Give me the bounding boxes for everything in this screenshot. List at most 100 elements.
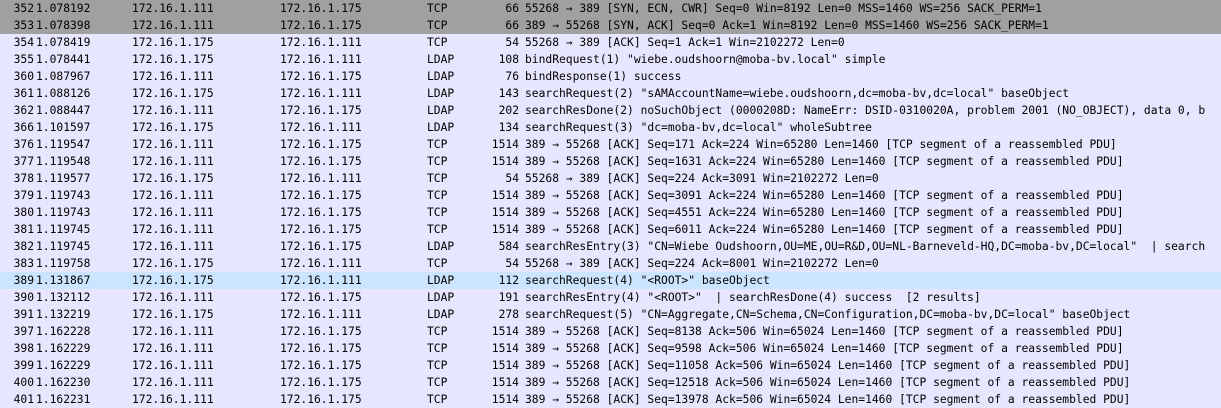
packet-row[interactable]: 390 1.132112 172.16.1.111 172.16.1.175 LDAP 1… <box>0 289 1221 306</box>
packet-row[interactable]: 362 1.088447 172.16.1.111 172.16.1.175 LDAP 2… <box>0 102 1221 119</box>
packet-length: 108 <box>498 53 519 66</box>
packet-row[interactable]: 378 1.119577 172.16.1.175 172.16.1.111 TCP 54… <box>0 170 1221 187</box>
packet-protocol: LDAP <box>427 274 455 287</box>
packet-source: 172.16.1.175 <box>132 172 214 185</box>
packet-list[interactable]: 352 1.078192 172.16.1.111 172.16.1.175 TCP 66… <box>0 0 1221 408</box>
packet-protocol: TCP <box>427 325 448 338</box>
packet-info: searchRequest(5) "CN=Aggregate,CN=Schema… <box>525 308 1131 321</box>
packet-row[interactable]: 360 1.087967 172.16.1.111 172.16.1.175 LDAP 7… <box>0 68 1221 85</box>
packet-info: 55268 → 389 [ACK] Seq=224 Ack=8001 Win=2… <box>525 257 879 270</box>
packet-time: 1.119758 <box>36 257 91 270</box>
packet-protocol: TCP <box>427 155 448 168</box>
packet-length: 1514 <box>491 206 519 219</box>
packet-protocol: TCP <box>427 19 448 32</box>
packet-info: 389 → 55268 [ACK] Seq=9598 Ack=506 Win=6… <box>525 342 1124 355</box>
packet-time: 1.119548 <box>36 155 91 168</box>
packet-number: 354 <box>13 36 34 49</box>
packet-number: 360 <box>13 70 34 83</box>
packet-info: bindResponse(1) success <box>525 70 682 83</box>
packet-number: 389 <box>13 274 34 287</box>
packet-row[interactable]: 382 1.119745 172.16.1.111 172.16.1.175 LDAP 5… <box>0 238 1221 255</box>
packet-protocol: TCP <box>427 393 448 406</box>
packet-time: 1.088126 <box>36 87 91 100</box>
packet-time: 1.162230 <box>36 376 91 389</box>
packet-info: 389 → 55268 [ACK] Seq=12518 Ack=506 Win=… <box>525 376 1131 389</box>
packet-row[interactable]: 397 1.162228 172.16.1.111 172.16.1.175 TCP 15… <box>0 323 1221 340</box>
packet-info: 55268 → 389 [SYN, ECN, CWR] Seq=0 Win=81… <box>525 2 1042 15</box>
packet-row[interactable]: 398 1.162229 172.16.1.111 172.16.1.175 TCP 15… <box>0 340 1221 357</box>
packet-row[interactable]: 391 1.132219 172.16.1.175 172.16.1.111 LDAP 2… <box>0 306 1221 323</box>
packet-protocol: LDAP <box>427 308 455 321</box>
packet-protocol: LDAP <box>427 87 455 100</box>
packet-row[interactable]: 379 1.119743 172.16.1.111 172.16.1.175 TCP 15… <box>0 187 1221 204</box>
packet-source: 172.16.1.111 <box>132 206 214 219</box>
packet-protocol: TCP <box>427 206 448 219</box>
packet-source: 172.16.1.111 <box>132 2 214 15</box>
packet-destination: 172.16.1.175 <box>280 19 362 32</box>
packet-info: searchResDone(2) noSuchObject (0000208D:… <box>525 104 1206 117</box>
packet-destination: 172.16.1.111 <box>280 308 362 321</box>
packet-length: 1514 <box>491 342 519 355</box>
packet-info: 389 → 55268 [ACK] Seq=13978 Ack=506 Win=… <box>525 393 1131 406</box>
packet-protocol: TCP <box>427 376 448 389</box>
packet-row[interactable]: 361 1.088126 172.16.1.175 172.16.1.111 LDAP 1… <box>0 85 1221 102</box>
packet-time: 1.101597 <box>36 121 91 134</box>
packet-row[interactable]: 366 1.101597 172.16.1.175 172.16.1.111 LDAP 1… <box>0 119 1221 136</box>
packet-time: 1.119745 <box>36 240 91 253</box>
packet-source: 172.16.1.175 <box>132 121 214 134</box>
packet-time: 1.162229 <box>36 342 91 355</box>
packet-row[interactable]: 383 1.119758 172.16.1.175 172.16.1.111 TCP 54… <box>0 255 1221 272</box>
packet-destination: 172.16.1.175 <box>280 393 362 406</box>
packet-info: 389 → 55268 [ACK] Seq=11058 Ack=506 Win=… <box>525 359 1131 372</box>
packet-time: 1.131867 <box>36 274 91 287</box>
packet-row[interactable]: 399 1.162229 172.16.1.111 172.16.1.175 TCP 15… <box>0 357 1221 374</box>
packet-number: 401 <box>13 393 34 406</box>
packet-destination: 172.16.1.175 <box>280 70 362 83</box>
packet-time: 1.162229 <box>36 359 91 372</box>
packet-destination: 172.16.1.175 <box>280 155 362 168</box>
packet-length: 1514 <box>491 138 519 151</box>
packet-row[interactable]: 353 1.078398 172.16.1.111 172.16.1.175 TCP 66… <box>0 17 1221 34</box>
packet-row[interactable]: 381 1.119745 172.16.1.111 172.16.1.175 TCP 15… <box>0 221 1221 238</box>
packet-row[interactable]: 376 1.119547 172.16.1.111 172.16.1.175 TCP 15… <box>0 136 1221 153</box>
packet-length: 1514 <box>491 393 519 406</box>
packet-info: 389 → 55268 [ACK] Seq=4551 Ack=224 Win=6… <box>525 206 1124 219</box>
packet-destination: 172.16.1.111 <box>280 121 362 134</box>
packet-number: 381 <box>13 223 34 236</box>
packet-length: 66 <box>505 2 519 15</box>
packet-number: 399 <box>13 359 34 372</box>
packet-protocol: TCP <box>427 36 448 49</box>
packet-row[interactable]: 389 1.131867 172.16.1.175 172.16.1.111 LDAP 1… <box>0 272 1221 289</box>
packet-length: 112 <box>498 274 519 287</box>
packet-source: 172.16.1.111 <box>132 325 214 338</box>
packet-length: 1514 <box>491 189 519 202</box>
packet-info: 389 → 55268 [ACK] Seq=6011 Ack=224 Win=6… <box>525 223 1124 236</box>
packet-info: searchRequest(2) "sAMAccountName=wiebe.o… <box>525 87 1070 100</box>
packet-time: 1.132219 <box>36 308 91 321</box>
packet-row[interactable]: 380 1.119743 172.16.1.111 172.16.1.175 TCP 15… <box>0 204 1221 221</box>
packet-row[interactable]: 352 1.078192 172.16.1.111 172.16.1.175 TCP 66… <box>0 0 1221 17</box>
packet-protocol: LDAP <box>427 240 455 253</box>
packet-number: 380 <box>13 206 34 219</box>
packet-row[interactable]: 401 1.162231 172.16.1.111 172.16.1.175 TCP 15… <box>0 391 1221 408</box>
packet-protocol: TCP <box>427 359 448 372</box>
packet-row[interactable]: 400 1.162230 172.16.1.111 172.16.1.175 TCP 15… <box>0 374 1221 391</box>
packet-info: 55268 → 389 [ACK] Seq=1 Ack=1 Win=210227… <box>525 36 845 49</box>
packet-source: 172.16.1.111 <box>132 240 214 253</box>
packet-row[interactable]: 355 1.078441 172.16.1.175 172.16.1.111 LDAP 1… <box>0 51 1221 68</box>
packet-number: 352 <box>13 2 34 15</box>
packet-info: 55268 → 389 [ACK] Seq=224 Ack=3091 Win=2… <box>525 172 879 185</box>
packet-row[interactable]: 377 1.119548 172.16.1.111 172.16.1.175 TCP 15… <box>0 153 1221 170</box>
packet-protocol: LDAP <box>427 104 455 117</box>
packet-row[interactable]: 354 1.078419 172.16.1.175 172.16.1.111 TCP 54… <box>0 34 1221 51</box>
packet-time: 1.078441 <box>36 53 91 66</box>
packet-destination: 172.16.1.175 <box>280 2 362 15</box>
packet-length: 54 <box>505 257 519 270</box>
packet-source: 172.16.1.111 <box>132 376 214 389</box>
packet-length: 1514 <box>491 325 519 338</box>
packet-time: 1.088447 <box>36 104 91 117</box>
packet-number: 377 <box>13 155 34 168</box>
packet-destination: 172.16.1.175 <box>280 104 362 117</box>
packet-source: 172.16.1.111 <box>132 223 214 236</box>
packet-protocol: TCP <box>427 138 448 151</box>
